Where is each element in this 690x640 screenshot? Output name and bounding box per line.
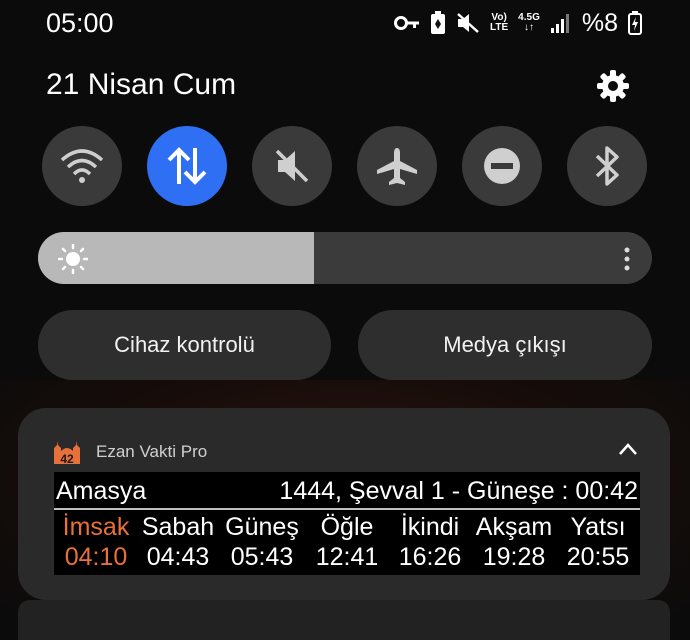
- tile-mobile-data[interactable]: [147, 126, 227, 206]
- signal-icon: [550, 14, 569, 33]
- prayer-name: Sabah: [141, 513, 215, 541]
- more-options-icon[interactable]: [620, 246, 634, 272]
- chevron-up-icon[interactable]: [618, 442, 638, 456]
- device-control-button[interactable]: Cihaz kontrolü: [38, 310, 331, 380]
- prayer-gunes: Güneş 05:43: [220, 512, 304, 572]
- ezan-app-icon: 42: [54, 441, 80, 465]
- hijri-date-countdown: 1444, Şevval 1 - Güneşe : 00:42: [279, 477, 638, 505]
- prayer-times-widget: Amasya 1444, Şevval 1 - Güneşe : 00:42 İ…: [54, 472, 640, 575]
- quick-tiles: [42, 126, 648, 208]
- prayer-time: 12:41: [315, 543, 379, 571]
- gear-icon[interactable]: [593, 66, 633, 106]
- airplane-icon: [377, 148, 417, 185]
- prayer-time: 04:10: [64, 543, 128, 571]
- wifi-icon: [60, 149, 104, 183]
- svg-text:42: 42: [60, 452, 74, 465]
- prayer-sabah: Sabah 04:43: [136, 512, 220, 572]
- prayer-imsak: İmsak 04:10: [54, 512, 138, 572]
- prayer-time: 20:55: [566, 543, 630, 571]
- volte-icon: Vo) LTE: [490, 12, 509, 33]
- sun-icon: [58, 244, 88, 274]
- prayer-name: Akşam: [475, 513, 553, 541]
- mute-icon: [457, 13, 479, 33]
- prayer-name: Güneş: [225, 513, 299, 541]
- prayer-time: 04:43: [146, 543, 210, 571]
- next-notification-card[interactable]: [18, 600, 670, 640]
- prayer-aksam: Akşam 19:28: [472, 512, 556, 572]
- key-icon: [394, 16, 420, 30]
- date-label: 21 Nisan Cum: [46, 68, 237, 101]
- prayer-name: Yatsı: [570, 513, 626, 541]
- battery-icon: [628, 11, 642, 35]
- tile-wifi[interactable]: [42, 126, 122, 206]
- tile-bluetooth[interactable]: [567, 126, 647, 206]
- tile-do-not-disturb[interactable]: [462, 126, 542, 206]
- prayer-ogle: Öğle 12:41: [305, 512, 389, 572]
- tile-sound[interactable]: [252, 126, 332, 206]
- notification-app-name: Ezan Vakti Pro: [96, 442, 208, 461]
- bluetooth-icon: [595, 146, 619, 186]
- prayer-yatsi: Yatsı 20:55: [556, 512, 640, 572]
- brightness-slider[interactable]: [38, 232, 652, 284]
- status-time: 05:00: [46, 8, 114, 38]
- prayer-time: 19:28: [482, 543, 546, 571]
- dnd-icon: [484, 148, 520, 184]
- prayer-times-row: İmsak 04:10 Sabah 04:43 Güneş 05:43 Öğle…: [54, 512, 640, 575]
- mute-icon: [275, 149, 309, 183]
- tile-airplane[interactable]: [357, 126, 437, 206]
- prayer-name: İmsak: [62, 513, 130, 541]
- prayer-time: 16:26: [398, 543, 462, 571]
- prayer-ikindi: İkindi 16:26: [388, 512, 472, 572]
- widget-header-row: Amasya 1444, Şevval 1 - Güneşe : 00:42: [54, 472, 640, 510]
- media-output-button[interactable]: Medya çıkışı: [358, 310, 652, 380]
- prayer-name: İkindi: [400, 513, 460, 541]
- prayer-time: 05:43: [230, 543, 294, 571]
- battery-percent: %8: [581, 8, 618, 37]
- status-icons: Vo) LTE 4.5G ↓↑ %8: [394, 8, 642, 38]
- data-arrows-icon: [167, 147, 207, 185]
- prayer-name: Öğle: [320, 513, 374, 541]
- city-name: Amasya: [56, 477, 147, 505]
- network-4-5g-icon: 4.5G ↓↑: [518, 12, 540, 33]
- battery-saver-icon: [431, 11, 446, 34]
